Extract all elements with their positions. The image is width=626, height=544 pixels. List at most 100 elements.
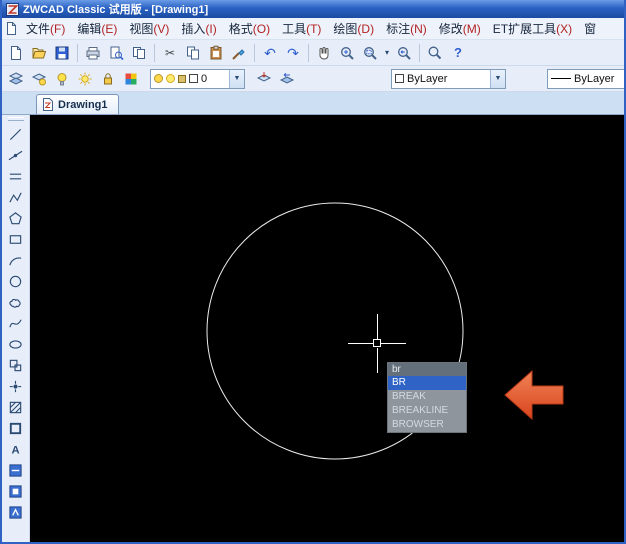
ellipse-button[interactable] xyxy=(5,334,27,355)
hatch-button[interactable] xyxy=(5,397,27,418)
menu-format[interactable]: 格式(O) xyxy=(223,18,276,39)
help-button[interactable]: ? xyxy=(447,43,469,63)
layer-dropdown-arrow-icon[interactable]: ▼ xyxy=(229,70,244,88)
rectangle-icon xyxy=(8,232,23,247)
region-button[interactable] xyxy=(5,418,27,439)
point-button[interactable] xyxy=(5,376,27,397)
tool-blue-3-button[interactable] xyxy=(5,502,27,523)
zoom-window-icon xyxy=(362,45,378,61)
app-window: ZWCAD Classic 试用版 - [Drawing1] 文件(F) 编辑(… xyxy=(0,0,626,544)
match-properties-button[interactable] xyxy=(228,43,250,63)
linetype-dropdown[interactable]: ByLayer ▼ xyxy=(547,69,624,89)
app-logo-icon[interactable] xyxy=(6,3,19,16)
new-icon xyxy=(8,45,24,61)
window-title: ZWCAD Classic 试用版 - [Drawing1] xyxy=(23,1,208,17)
menu-file[interactable]: 文件(F) xyxy=(20,18,71,39)
save-button[interactable] xyxy=(51,43,73,63)
polyline-button[interactable] xyxy=(5,187,27,208)
multiline-text-button[interactable]: A xyxy=(5,439,27,460)
autocomplete-option-breakline[interactable]: BREAKLINE xyxy=(388,404,466,418)
zoom-previous-button[interactable] xyxy=(393,43,415,63)
line-button[interactable] xyxy=(5,124,27,145)
tab-drawing1[interactable]: Drawing1 xyxy=(36,94,119,114)
cut-button[interactable]: ✂ xyxy=(159,43,181,63)
undo-button[interactable]: ↶ xyxy=(259,43,281,63)
paste-button[interactable] xyxy=(205,43,227,63)
menu-draw[interactable]: 绘图(D) xyxy=(327,18,380,39)
layer-color-button[interactable] xyxy=(120,69,142,89)
layer-thaw-button[interactable] xyxy=(74,69,96,89)
tab-drawing1-label: Drawing1 xyxy=(58,99,108,111)
menu-edit[interactable]: 编辑(E) xyxy=(71,18,123,39)
pickbox xyxy=(374,340,381,347)
arc-icon xyxy=(8,253,23,268)
zoom-flyout-arrow-icon[interactable]: ▾ xyxy=(382,48,392,57)
autocomplete-option-browser[interactable]: BROWSER xyxy=(388,418,466,432)
print-preview-button[interactable] xyxy=(105,43,127,63)
layers-icon xyxy=(8,71,24,87)
layer-dropdown[interactable]: 0 ▼ xyxy=(150,69,245,89)
drawing-canvas[interactable]: br BR BREAK BREAKLINE BROWSER xyxy=(30,115,624,544)
multiline-button[interactable] xyxy=(5,166,27,187)
color-dropdown-arrow-icon[interactable]: ▼ xyxy=(490,70,505,88)
make-object-layer-current-button[interactable] xyxy=(253,69,275,89)
copy-icon xyxy=(185,45,201,61)
find-button[interactable] xyxy=(424,43,446,63)
polygon-button[interactable] xyxy=(5,208,27,229)
revision-cloud-button[interactable] xyxy=(5,292,27,313)
open-icon xyxy=(31,45,47,61)
publish-button[interactable] xyxy=(128,43,150,63)
insert-block-button[interactable] xyxy=(5,355,27,376)
zoom-realtime-button[interactable] xyxy=(336,43,358,63)
polygon-icon xyxy=(8,211,23,226)
menu-tools[interactable]: 工具(T) xyxy=(276,18,327,39)
line-icon xyxy=(8,127,23,142)
layer-color-swatch xyxy=(189,74,198,83)
menu-modify[interactable]: 修改(M) xyxy=(433,18,487,39)
tool-blue-2-button[interactable] xyxy=(5,481,27,502)
rectangle-button[interactable] xyxy=(5,229,27,250)
layer-properties-button[interactable] xyxy=(5,69,27,89)
new-button[interactable] xyxy=(5,43,27,63)
arc-button[interactable] xyxy=(5,250,27,271)
revision-cloud-icon xyxy=(8,295,23,310)
region-icon xyxy=(8,421,23,436)
tool-blue-1-button[interactable] xyxy=(5,460,27,481)
menu-view[interactable]: 视图(V) xyxy=(123,18,175,39)
layer-on-button[interactable] xyxy=(51,69,73,89)
menu-insert-hotkey: (I) xyxy=(205,22,216,36)
plot-button[interactable] xyxy=(82,43,104,63)
menu-et-tools[interactable]: ET扩展工具(X) xyxy=(487,18,578,39)
layer-states-icon xyxy=(31,71,47,87)
autocomplete-option-break[interactable]: BREAK xyxy=(388,390,466,404)
menu-modify-hotkey: (M) xyxy=(463,22,481,36)
clipboard-icon xyxy=(208,45,224,61)
layer-states-button[interactable] xyxy=(28,69,50,89)
layer-on-state-icon xyxy=(154,74,163,83)
sun-icon xyxy=(77,71,93,87)
menu-window[interactable]: 窗 xyxy=(578,18,602,39)
color-dropdown[interactable]: ByLayer ▼ xyxy=(391,69,506,89)
zoom-window-button[interactable] xyxy=(359,43,381,63)
menu-dimension[interactable]: 标注(N) xyxy=(380,18,433,39)
autocomplete-option-br[interactable]: BR xyxy=(388,376,466,390)
redo-icon: ↷ xyxy=(287,46,299,60)
open-button[interactable] xyxy=(28,43,50,63)
copy-button[interactable] xyxy=(182,43,204,63)
pan-button[interactable] xyxy=(313,43,335,63)
toolbar-grip-handle[interactable] xyxy=(8,117,24,121)
spline-button[interactable] xyxy=(5,313,27,334)
construction-line-button[interactable] xyxy=(5,145,27,166)
drawing-scene xyxy=(30,115,623,544)
circle-button[interactable] xyxy=(5,271,27,292)
menu-window-label: 窗 xyxy=(584,20,596,37)
current-color-swatch xyxy=(395,74,404,83)
layer-lock-button[interactable] xyxy=(97,69,119,89)
construction-line-icon xyxy=(8,148,23,163)
menu-et-tools-label: ET扩展工具 xyxy=(493,20,556,37)
redo-button[interactable]: ↷ xyxy=(282,43,304,63)
drawing-file-icon xyxy=(42,98,54,111)
layer-previous-button[interactable] xyxy=(276,69,298,89)
menu-insert[interactable]: 插入(I) xyxy=(175,18,222,39)
document-menu-icon[interactable] xyxy=(2,22,20,35)
